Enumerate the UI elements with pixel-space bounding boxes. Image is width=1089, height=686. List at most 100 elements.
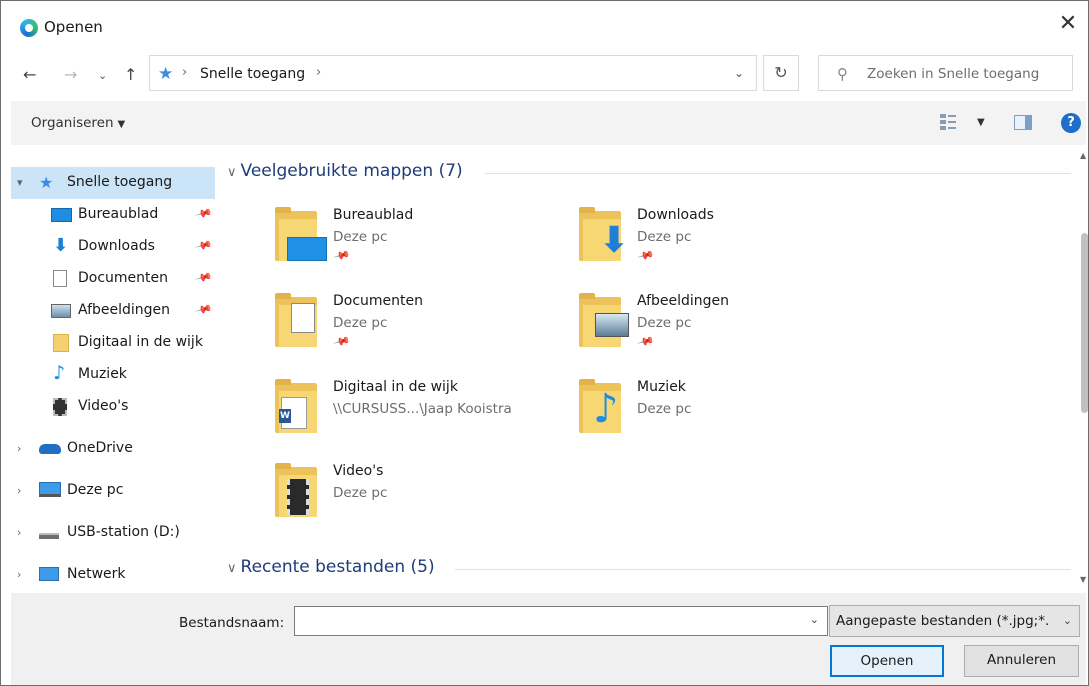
folder-location: Deze pc xyxy=(637,401,692,417)
sidebar-item-videos[interactable]: Video's xyxy=(11,391,215,423)
caret-down-icon: ▼ xyxy=(117,119,126,130)
folder-tile-digitaal-in-de-wijk[interactable]: W Digitaal in de wijk \\CURSUSS...\Jaap … xyxy=(223,375,513,453)
scroll-down-icon[interactable]: ▼ xyxy=(1080,575,1086,584)
collapse-chevron-icon[interactable]: ∨ xyxy=(227,561,237,576)
expand-chevron-icon[interactable]: › xyxy=(17,568,21,581)
folder-name: Afbeeldingen xyxy=(637,293,730,309)
view-options-dropdown-icon[interactable]: ▼ xyxy=(977,117,985,128)
search-box[interactable]: ⚲ xyxy=(818,55,1073,91)
pin-icon: 📌 xyxy=(194,300,214,319)
group-header-frequent-folders[interactable]: ∨ Veelgebruikte mappen (7) xyxy=(227,161,463,181)
folder-icon xyxy=(275,207,327,261)
sidebar-item-muziek[interactable]: ♪ Muziek xyxy=(11,359,215,391)
pin-icon: 📌 xyxy=(332,246,352,265)
forward-arrow-icon[interactable]: → xyxy=(64,65,77,84)
sidebar-item-label: USB-station (D:) xyxy=(67,524,180,540)
folder-location: Deze pc xyxy=(333,485,388,501)
title-bar: Openen ✕ xyxy=(1,1,1088,45)
recent-locations-chevron-icon[interactable]: ⌄ xyxy=(98,69,107,82)
pin-icon: 📌 xyxy=(636,246,656,265)
folder-tile-downloads[interactable]: ⬇ Downloads Deze pc 📌 xyxy=(527,203,817,281)
expand-chevron-icon[interactable]: › xyxy=(17,484,21,497)
pin-icon: 📌 xyxy=(194,268,214,287)
refresh-icon: ↻ xyxy=(774,63,788,82)
sidebar-item-label: Afbeeldingen xyxy=(78,302,171,318)
group-header-recent-files[interactable]: ∨ Recente bestanden (5) xyxy=(227,557,435,577)
document-icon xyxy=(53,270,67,287)
collapse-chevron-icon[interactable]: ∨ xyxy=(227,165,237,180)
folder-tile-muziek[interactable]: ♪ Muziek Deze pc xyxy=(527,375,817,453)
sidebar-item-bureaublad[interactable]: Bureaublad 📌 xyxy=(11,199,215,231)
sidebar-item-downloads[interactable]: ⬇ Downloads 📌 xyxy=(11,231,215,263)
sidebar-item-label: Downloads xyxy=(78,238,155,254)
filename-combobox[interactable]: ⌄ xyxy=(294,606,828,636)
close-button[interactable]: ✕ xyxy=(1048,9,1088,41)
organise-menu-button[interactable]: Organiseren ▼ xyxy=(31,115,125,131)
sidebar-item-netwerk[interactable]: › Netwerk xyxy=(11,559,215,591)
network-icon xyxy=(39,567,59,581)
sidebar-item-label: Documenten xyxy=(78,270,169,286)
scroll-up-icon[interactable]: ▲ xyxy=(1080,151,1086,160)
file-list: ∨ Veelgebruikte mappen (7) Bureaublad Dez… xyxy=(223,151,1081,591)
sidebar-item-onedrive[interactable]: › OneDrive xyxy=(11,433,215,465)
refresh-button[interactable]: ↻ xyxy=(763,55,799,91)
vertical-scrollbar[interactable]: ▲ ▼ xyxy=(1079,151,1089,591)
preview-pane-icon[interactable] xyxy=(1014,115,1032,130)
sidebar-item-label: Netwerk xyxy=(67,566,126,582)
filename-input[interactable] xyxy=(301,611,796,631)
pin-icon: 📌 xyxy=(636,332,656,351)
pin-icon: 📌 xyxy=(332,332,352,351)
change-view-icon[interactable] xyxy=(940,114,956,130)
folder-tile-bureaublad[interactable]: Bureaublad Deze pc 📌 xyxy=(223,203,513,281)
open-button[interactable]: Openen xyxy=(830,645,944,677)
sidebar-item-quick-access[interactable]: ▾ ★ Snelle toegang xyxy=(11,167,215,199)
sidebar-item-label: Bureaublad xyxy=(78,206,159,222)
address-row: ← → ⌄ ↑ ★ › Snelle toegang › ⌄ ↻ ⚲ xyxy=(1,53,1088,97)
folder-tile-afbeeldingen[interactable]: Afbeeldingen Deze pc 📌 xyxy=(527,289,817,367)
navigation-pane: ▾ ★ Snelle toegang Bureaublad 📌 ⬇ Downlo… xyxy=(11,151,221,591)
file-type-filter-select[interactable]: Aangepaste bestanden (*.jpg;*. ⌄ xyxy=(829,605,1080,637)
sidebar-item-deze-pc[interactable]: › Deze pc xyxy=(11,475,215,507)
filter-dropdown-chevron-icon: ⌄ xyxy=(1062,614,1072,627)
folder-icon: ♪ xyxy=(579,379,621,433)
sidebar-item-documenten[interactable]: Documenten 📌 xyxy=(11,263,215,295)
folder-name: Video's xyxy=(333,463,384,479)
search-input[interactable] xyxy=(867,62,1067,86)
cancel-button[interactable]: Annuleren xyxy=(964,645,1079,677)
breadcrumb-quick-access[interactable]: Snelle toegang xyxy=(200,66,305,82)
filename-dropdown-chevron-icon[interactable]: ⌄ xyxy=(810,613,819,626)
sidebar-item-label: Snelle toegang xyxy=(67,174,173,190)
scroll-thumb[interactable] xyxy=(1081,233,1088,413)
up-arrow-icon[interactable]: ↑ xyxy=(124,65,137,84)
folder-tile-documenten[interactable]: Documenten Deze pc 📌 xyxy=(223,289,513,367)
sidebar-item-afbeeldingen[interactable]: Afbeeldingen 📌 xyxy=(11,295,215,327)
address-dropdown-chevron-icon[interactable]: ⌄ xyxy=(734,66,744,80)
file-type-filter-value: Aangepaste bestanden (*.jpg;*. xyxy=(836,613,1050,629)
collapse-chevron-icon[interactable]: ▾ xyxy=(17,176,23,189)
download-arrow-icon: ⬇ xyxy=(599,220,630,261)
music-note-icon: ♪ xyxy=(53,362,66,384)
sidebar-item-usb-station[interactable]: › USB-station (D:) xyxy=(11,517,215,549)
organise-label: Organiseren xyxy=(31,115,114,131)
breadcrumb-separator-icon[interactable]: › xyxy=(316,65,321,80)
expand-chevron-icon[interactable]: › xyxy=(17,442,21,455)
pin-icon: 📌 xyxy=(194,204,214,223)
open-dialog: Openen ✕ ← → ⌄ ↑ ★ › Snelle toegang › ⌄ … xyxy=(0,0,1089,686)
download-arrow-icon: ⬇ xyxy=(53,235,69,256)
computer-icon xyxy=(39,482,61,497)
sidebar-item-digitaal-in-de-wijk[interactable]: Digitaal in de wijk xyxy=(11,327,215,359)
group-title: Veelgebruikte mappen (7) xyxy=(240,161,463,181)
back-arrow-icon[interactable]: ← xyxy=(23,65,36,84)
music-note-icon: ♪ xyxy=(593,386,619,432)
address-bar[interactable]: ★ › Snelle toegang › ⌄ xyxy=(149,55,757,91)
folder-name: Digitaal in de wijk xyxy=(333,379,458,395)
help-icon[interactable]: ? xyxy=(1061,113,1081,133)
folder-tile-videos[interactable]: Video's Deze pc xyxy=(223,459,513,537)
folder-icon: ⬇ xyxy=(579,207,629,261)
expand-chevron-icon[interactable]: › xyxy=(17,526,21,539)
search-icon: ⚲ xyxy=(837,65,848,83)
folder-icon xyxy=(579,293,629,347)
breadcrumb-separator-icon[interactable]: › xyxy=(182,65,187,80)
group-divider xyxy=(485,173,1071,174)
pictures-icon xyxy=(595,313,629,337)
